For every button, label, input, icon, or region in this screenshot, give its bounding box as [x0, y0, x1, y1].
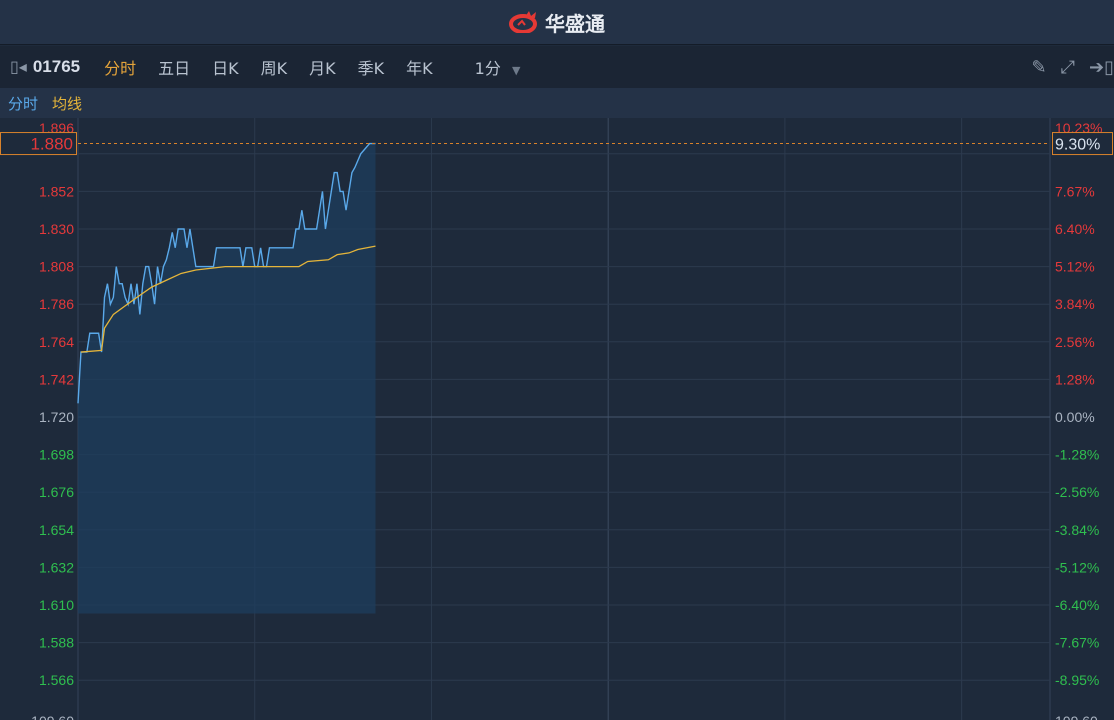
stock-code: 01765 [32, 57, 81, 76]
price-tick-label: 1.808 [39, 259, 74, 275]
percent-tick-label: 7.67% [1055, 183, 1095, 199]
logo-icon [509, 11, 537, 33]
current-pct-label: 9.30% [1055, 137, 1100, 154]
price-tick-label: 1.720 [39, 409, 74, 425]
volume-tick-label-right: 109.60 [1055, 713, 1098, 720]
price-tick-label: 1.588 [39, 635, 74, 651]
fullscreen-icon[interactable]: ⤢ [1061, 57, 1075, 78]
export-icon[interactable]: ➔▯ [1089, 57, 1114, 78]
tab-yearly-k[interactable]: 年K [406, 55, 433, 79]
collapse-panel-icon[interactable]: ▯◂ [10, 57, 27, 77]
pencil-icon[interactable]: ✎ [1032, 57, 1047, 78]
tab-five-day[interactable]: 五日 [158, 55, 190, 79]
percent-tick-label: 1.28% [1055, 371, 1095, 387]
percent-tick-label: 6.40% [1055, 221, 1095, 237]
tab-intraday[interactable]: 分时 [104, 55, 136, 79]
price-tick-label: 1.852 [39, 183, 74, 199]
percent-tick-label: 5.12% [1055, 259, 1095, 275]
volume-tick-label: 109.60 [31, 713, 74, 720]
chart-tools: ✎ ⤢ ➔▯ [1032, 46, 1114, 88]
legend-price: 分时 [8, 94, 39, 113]
chevron-down-icon: ▼ [511, 64, 521, 77]
price-tick-label: 1.632 [39, 559, 74, 575]
tab-monthly-k[interactable]: 月K [309, 55, 336, 79]
interval-dropdown[interactable]: 1分 ▼ [475, 55, 521, 79]
percent-tick-label: -2.56% [1055, 484, 1099, 500]
price-tick-label: 1.830 [39, 221, 74, 237]
price-tick-label: 1.654 [39, 522, 74, 538]
legend-average: 均线 [52, 94, 83, 113]
percent-tick-label: -1.28% [1055, 447, 1099, 463]
app-title: 华盛通 [545, 11, 605, 36]
intraday-chart[interactable]: 1.896 10.23%1.852 7.67%1.830 6.40%1.808 5.12… [0, 118, 1114, 720]
price-tick-label: 1.742 [39, 371, 74, 387]
percent-tick-label: -6.40% [1055, 597, 1099, 613]
percent-tick-label: 2.56% [1055, 334, 1095, 350]
percent-tick-label: 3.84% [1055, 296, 1095, 312]
price-tick-label: 1.676 [39, 484, 74, 500]
percent-tick-label: -5.12% [1055, 559, 1099, 575]
tab-weekly-k[interactable]: 周K [261, 55, 288, 79]
price-tick-label: 1.698 [39, 447, 74, 463]
price-tick-label: 1.610 [39, 597, 74, 613]
interval-value: 1分 [474, 59, 501, 78]
tab-quarterly-k[interactable]: 季K [358, 55, 385, 79]
price-tick-label: 1.566 [39, 672, 74, 688]
price-tick-label: 1.786 [39, 296, 74, 312]
percent-tick-label: -3.84% [1055, 522, 1099, 538]
app-logo: 华盛通 [509, 8, 605, 37]
percent-tick-label: -8.95% [1055, 672, 1099, 688]
title-bar: 华盛通 [0, 0, 1114, 45]
current-price-label: 1.880 [30, 135, 73, 154]
chart-legend: 分时 均线 [0, 88, 1114, 118]
toolbar: ▯◂ 01765 分时 五日 日K 周K 月K 季K 年K 1分 ▼ ✎ ⤢ ➔… [0, 46, 1114, 88]
percent-tick-label: -7.67% [1055, 635, 1099, 651]
tab-daily-k[interactable]: 日K [212, 55, 239, 79]
percent-tick-label: 0.00% [1055, 409, 1095, 425]
price-tick-label: 1.764 [39, 334, 74, 350]
